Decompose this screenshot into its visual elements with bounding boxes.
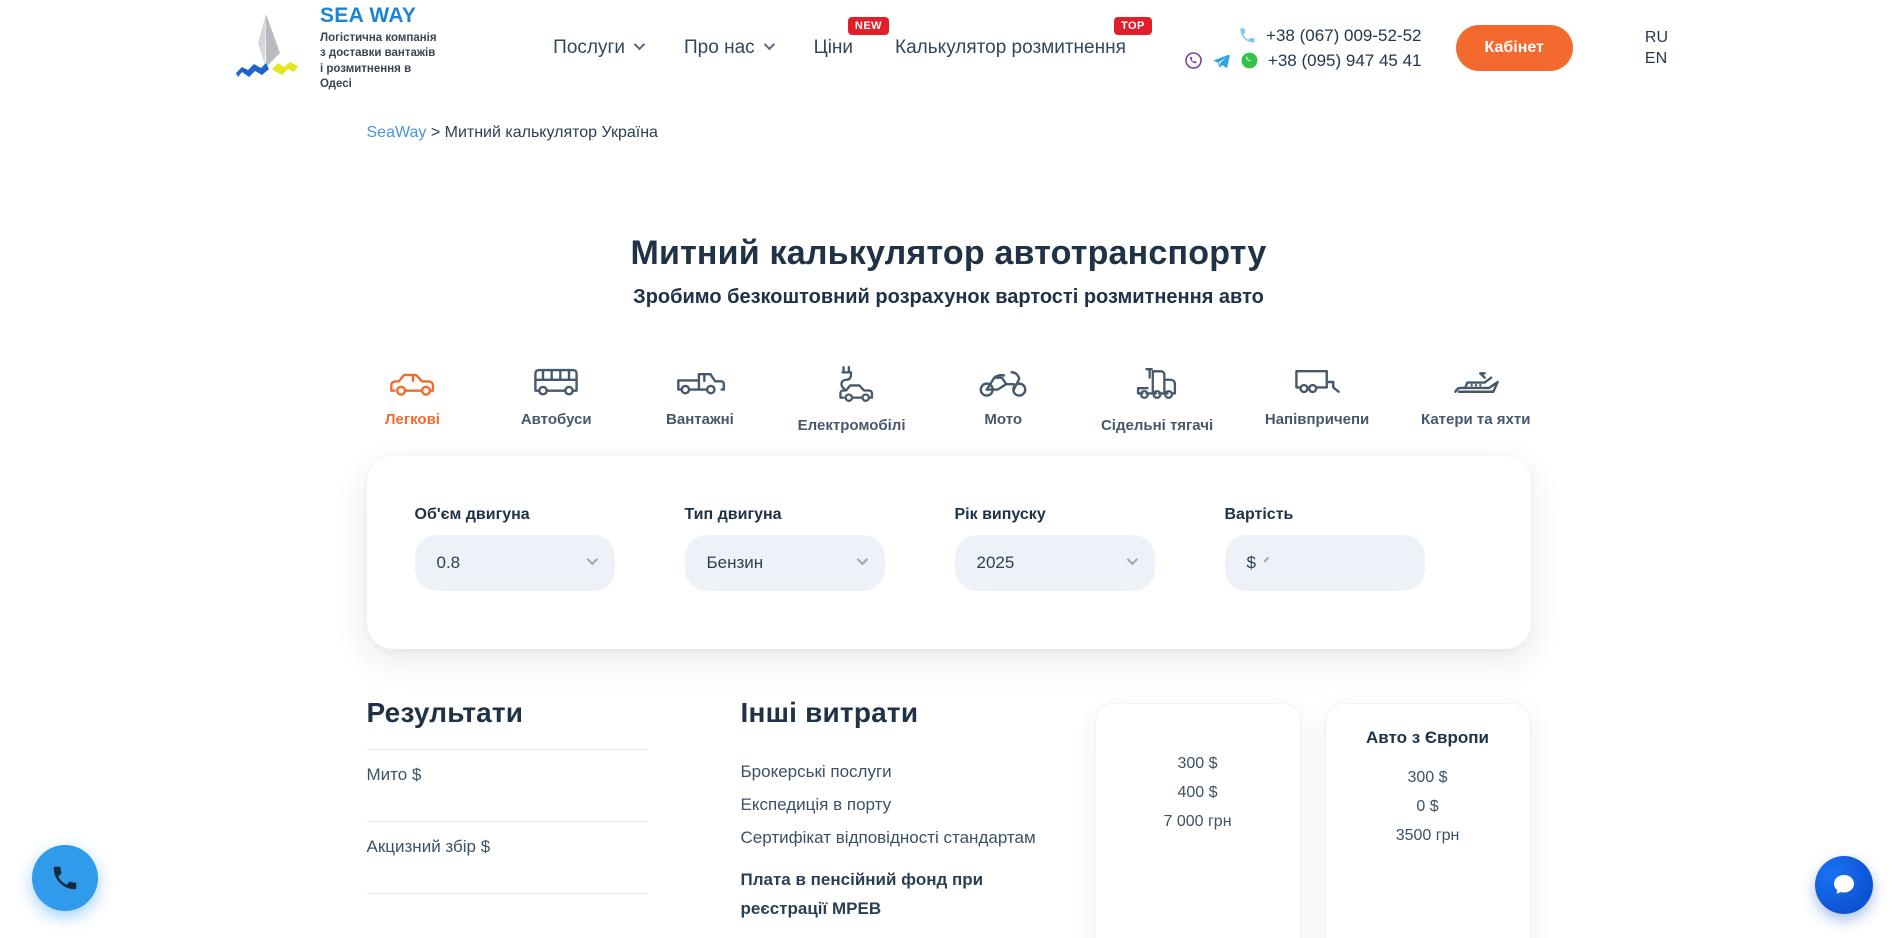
engine-volume-field: Об'єм двигуна 0.8 (415, 506, 615, 591)
phone-icon (50, 863, 80, 893)
expense-item-certificate: Сертифікат відповідності стандартам (741, 821, 1095, 854)
price-value: 300 $ (1340, 763, 1516, 792)
price-value: 3500 грн (1340, 821, 1516, 850)
price-cards: 300 $ 400 $ 7 000 грн Авто з Європи 300 … (1095, 703, 1531, 938)
truck-icon (674, 365, 726, 399)
nav-item-about[interactable]: Про нас (684, 37, 772, 59)
seaway-boat-logo-icon (228, 9, 306, 87)
engine-type-label: Тип двигуна (685, 506, 885, 524)
expense-item-port: Експедиція в порту (741, 788, 1095, 821)
vehicle-type-tabs: Легкові Автобуси Вантажні (367, 365, 1531, 434)
trailer-icon (1291, 365, 1343, 399)
tab-moto[interactable]: Мото (957, 365, 1049, 434)
result-row-duty: Мито $ (367, 749, 647, 821)
year-field: Рік випуску 2025 (955, 506, 1155, 591)
tab-buses[interactable]: Автобуси (510, 365, 602, 434)
year-label: Рік випуску (955, 506, 1155, 524)
price-card-europe: Авто з Європи 300 $ 0 $ 3500 грн (1325, 703, 1531, 938)
chevron-down-icon (1264, 557, 1270, 563)
tab-semi-trucks[interactable]: Сідельні тягачі (1101, 365, 1213, 434)
tab-electric-cars[interactable]: Електромобілі (798, 365, 906, 434)
lang-ru[interactable]: RU (1645, 29, 1668, 47)
chevron-down-icon (763, 39, 774, 50)
year-select[interactable]: 2025 (955, 535, 1155, 591)
engine-volume-select[interactable]: 0.8 (415, 535, 615, 591)
cost-field: Вартість $ (1225, 506, 1425, 591)
divider (367, 893, 647, 903)
lang-en[interactable]: EN (1645, 50, 1668, 68)
breadcrumb-current: Митний калькулятор Україна (445, 124, 658, 141)
whatsapp-icon[interactable] (1240, 51, 1259, 70)
tab-semi-trailers[interactable]: Напівпричепи (1265, 365, 1369, 434)
calculator-form-card: Об'єм двигуна 0.8 Тип двигуна Бензин Рік… (367, 456, 1531, 649)
chevron-down-icon (634, 39, 645, 50)
nav-item-prices[interactable]: Ціни NEW (814, 37, 853, 59)
page-subtitle: Зробимо безкоштовний розрахунок вартості… (367, 286, 1531, 309)
electric-car-icon (826, 365, 878, 405)
results-title: Результати (367, 697, 647, 729)
top-badge: TOP (1114, 17, 1152, 35)
chevron-down-icon (1126, 554, 1137, 565)
cabinet-button[interactable]: Кабінет (1456, 25, 1573, 71)
logo[interactable]: SEA WAY Логістична компанія з доставки в… (228, 4, 443, 92)
phone-icon (1238, 26, 1257, 45)
tab-trucks[interactable]: Вантажні (654, 365, 746, 434)
chevron-down-icon (586, 554, 597, 565)
telegram-icon[interactable] (1212, 51, 1231, 70)
new-badge: NEW (848, 17, 889, 35)
logo-title: SEA WAY (320, 4, 443, 28)
engine-type-field: Тип двигуна Бензин (685, 506, 885, 591)
price-value: 400 $ (1110, 778, 1286, 807)
motorcycle-icon (977, 365, 1029, 399)
viber-icon[interactable] (1184, 51, 1203, 70)
bus-icon (530, 365, 582, 399)
nav-item-customs-calculator[interactable]: Калькулятор розмитнення TOP (895, 37, 1126, 59)
engine-type-select[interactable]: Бензин (685, 535, 885, 591)
breadcrumb-home-link[interactable]: SeaWay (367, 124, 427, 141)
price-value: 7 000 грн (1110, 807, 1286, 836)
chevron-down-icon (856, 554, 867, 565)
cost-input[interactable] (1278, 535, 1499, 591)
price-card-title: Авто з Європи (1340, 728, 1516, 749)
semi-truck-icon (1131, 365, 1183, 405)
phone-number-1[interactable]: +38 (067) 009-52-52 (1266, 26, 1421, 46)
expense-item-broker: Брокерські послуги (741, 755, 1095, 788)
main-nav: Послуги Про нас Ціни NEW Калькулятор роз… (553, 37, 1126, 59)
price-card-default: 300 $ 400 $ 7 000 грн (1095, 703, 1301, 938)
price-value: 300 $ (1110, 749, 1286, 778)
result-row-excise: Акцизний збір $ (367, 821, 647, 893)
page-title: Митний калькулятор автотранспорту (367, 234, 1531, 273)
header: SEA WAY Логістична компанія з доставки в… (0, 0, 1897, 96)
other-expenses-column: Інші витрати Брокерські послуги Експедиц… (741, 697, 1095, 923)
call-fab-button[interactable] (32, 845, 98, 911)
chat-bubble-icon (1829, 870, 1859, 900)
price-value: 0 $ (1340, 792, 1516, 821)
engine-volume-label: Об'єм двигуна (415, 506, 615, 524)
header-contacts: +38 (067) 009-52-52 +38 (095) 947 45 41 (1184, 26, 1422, 71)
expense-item-pension-fund: Плата в пенсійний фонд при реєстрації МР… (741, 865, 1027, 923)
language-switcher: RU EN (1645, 29, 1668, 68)
cost-label: Вартість (1225, 506, 1425, 524)
breadcrumb: SeaWay > Митний калькулятор Україна (367, 124, 1531, 142)
phone-number-2[interactable]: +38 (095) 947 45 41 (1268, 51, 1422, 71)
results-column: Результати Мито $ Акцизний збір $ (367, 697, 647, 903)
nav-item-services[interactable]: Послуги (553, 37, 642, 59)
yacht-icon (1450, 365, 1502, 399)
cost-currency-select[interactable]: $ (1225, 535, 1425, 591)
chat-widget-button[interactable] (1815, 856, 1873, 914)
tab-cars[interactable]: Легкові (367, 365, 459, 434)
other-expenses-title: Інші витрати (741, 697, 1095, 729)
tab-boats-yachts[interactable]: Катери та яхти (1421, 365, 1530, 434)
logo-tagline: Логістична компанія з доставки вантажів … (320, 31, 443, 92)
car-icon (387, 365, 439, 399)
